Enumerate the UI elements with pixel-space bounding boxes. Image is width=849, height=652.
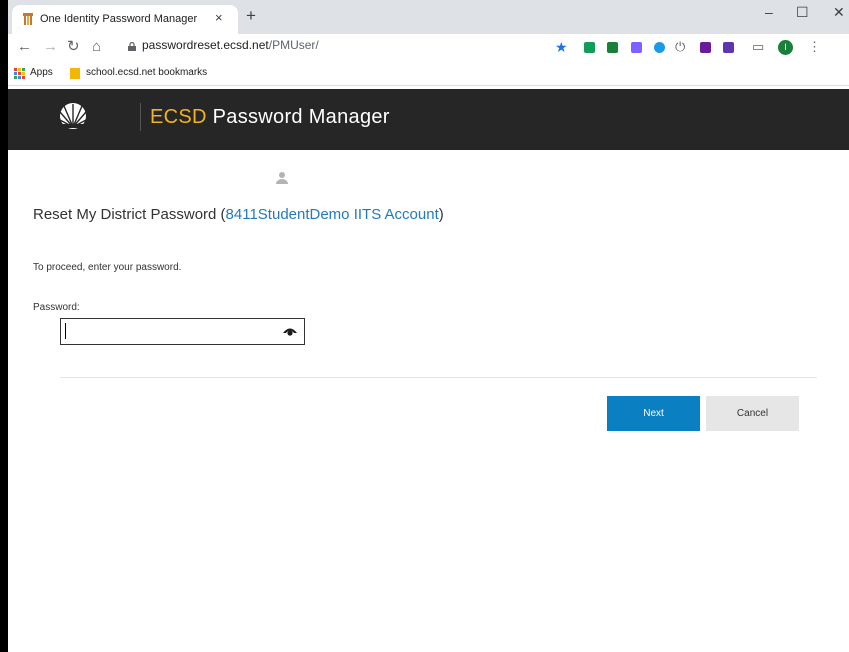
window-frame-edge bbox=[0, 0, 8, 652]
bookmark-folder[interactable]: school.ecsd.net bookmarks bbox=[86, 67, 207, 78]
reload-icon[interactable]: ↻ bbox=[67, 39, 80, 55]
show-password-eye-icon[interactable] bbox=[283, 326, 297, 336]
maximize-icon[interactable]: ☐ bbox=[796, 4, 809, 21]
extension-purple-icon[interactable] bbox=[631, 42, 642, 53]
next-button[interactable]: Next bbox=[607, 396, 700, 431]
bookmark-folder-icon bbox=[70, 68, 80, 79]
profile-avatar[interactable]: I bbox=[778, 40, 793, 55]
forward-icon[interactable]: → bbox=[43, 39, 58, 55]
ecsd-logo-icon bbox=[59, 103, 87, 129]
cast-icon[interactable]: ▭ bbox=[752, 39, 764, 55]
url-host: passwordreset.ecsd.net bbox=[142, 38, 269, 52]
extension-cast-icon[interactable] bbox=[607, 42, 618, 53]
header-divider bbox=[140, 103, 141, 131]
address-bar[interactable]: passwordreset.ecsd.net/PMUser/ bbox=[142, 38, 319, 52]
browser-toolbar: ← → ↻ ⌂ passwordreset.ecsd.net/PMUser/ ★… bbox=[8, 34, 849, 62]
app-title-text: Password Manager bbox=[212, 106, 390, 128]
extension-pdf-icon[interactable] bbox=[723, 42, 734, 53]
extension-classroom-icon[interactable] bbox=[584, 42, 595, 53]
browser-tab-bar: One Identity Password Manager × + – ☐ ✕ bbox=[8, 0, 849, 34]
lock-icon[interactable] bbox=[128, 42, 136, 51]
page-title-prefix: Reset My District Password ( bbox=[33, 206, 226, 223]
app-header: ECSD Password Manager bbox=[8, 89, 849, 150]
account-name: 8411StudentDemo IITS Account bbox=[225, 206, 439, 223]
app-brand: ECSD bbox=[150, 106, 207, 128]
text-caret bbox=[65, 323, 66, 339]
page-title-suffix: ) bbox=[438, 206, 444, 223]
minimize-icon[interactable]: – bbox=[765, 4, 773, 20]
app-title: ECSD Password Manager bbox=[150, 106, 390, 129]
password-input[interactable] bbox=[60, 318, 305, 345]
favicon-icon bbox=[23, 13, 33, 25]
menu-kebab-icon[interactable]: ⋮ bbox=[808, 39, 821, 55]
user-icon bbox=[276, 172, 288, 184]
bookmarks-bar: Apps school.ecsd.net bookmarks bbox=[8, 62, 849, 86]
home-icon[interactable]: ⌂ bbox=[92, 39, 101, 55]
form-divider bbox=[60, 377, 817, 378]
close-window-icon[interactable]: ✕ bbox=[833, 4, 845, 21]
browser-tab[interactable]: One Identity Password Manager × bbox=[12, 5, 238, 34]
password-label: Password: bbox=[33, 302, 80, 313]
extension-blue-icon[interactable] bbox=[654, 42, 665, 53]
instructions-text: To proceed, enter your password. bbox=[33, 262, 182, 273]
apps-grid-icon[interactable] bbox=[14, 68, 25, 79]
extension-puzzle-icon[interactable] bbox=[700, 42, 711, 53]
bookmark-star-icon[interactable]: ★ bbox=[555, 39, 568, 55]
extension-power-icon[interactable]: ⏻ bbox=[675, 39, 685, 55]
url-path: /PMUser/ bbox=[268, 38, 319, 52]
tab-close-icon[interactable]: × bbox=[215, 10, 223, 25]
new-tab-button[interactable]: + bbox=[246, 7, 256, 24]
cancel-button[interactable]: Cancel bbox=[706, 396, 799, 431]
tab-title: One Identity Password Manager bbox=[40, 13, 198, 25]
bookmark-apps[interactable]: Apps bbox=[30, 67, 53, 78]
page-title: Reset My District Password (8411StudentD… bbox=[33, 206, 444, 223]
back-icon[interactable]: ← bbox=[17, 39, 32, 55]
